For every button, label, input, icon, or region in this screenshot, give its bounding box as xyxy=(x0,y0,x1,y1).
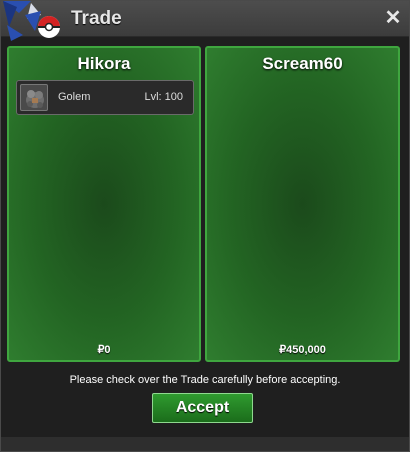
pokemon-name: Golem xyxy=(58,91,91,103)
window-footer xyxy=(1,437,409,451)
golem-sprite-icon xyxy=(20,84,48,111)
pokeball-logo-icon xyxy=(3,1,60,41)
my-player-name: Hikora xyxy=(77,54,131,73)
accept-button[interactable]: Accept xyxy=(152,393,253,423)
offered-pokemon-slot[interactable]: Golem Lvl: 100 xyxy=(16,80,194,115)
window-title: Trade xyxy=(71,8,122,29)
partner-offer-panel: Scream60 ₽450,000 xyxy=(205,46,400,362)
my-offer-panel: Hikora Golem Lvl: 100 ₽0 xyxy=(7,46,201,362)
trade-window: Trade ✕ Hikora Golem Lvl: 100 ₽0 Scream6… xyxy=(0,0,410,452)
close-icon[interactable]: ✕ xyxy=(383,8,403,28)
my-money-offer: ₽0 xyxy=(97,344,111,356)
partner-player-name: Scream60 xyxy=(262,54,343,73)
pokemon-level: Lvl: 100 xyxy=(144,91,183,103)
trade-notice: Please check over the Trade carefully be… xyxy=(69,374,341,386)
partner-money-offer: ₽450,000 xyxy=(279,344,326,356)
title-bar[interactable]: Trade ✕ xyxy=(1,1,409,41)
